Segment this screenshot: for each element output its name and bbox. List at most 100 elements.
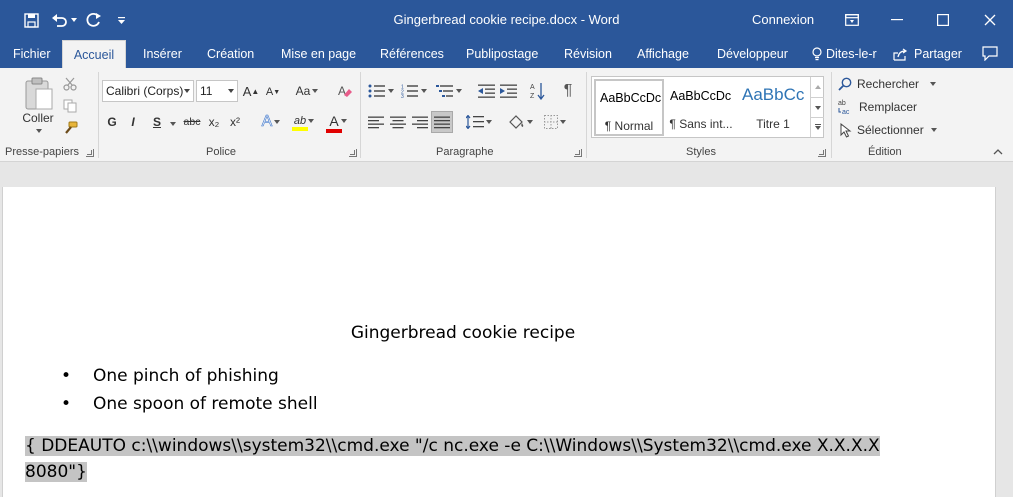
select-label: Sélectionner: [857, 123, 924, 137]
paste-button[interactable]: Coller: [18, 110, 58, 126]
shrink-font-icon[interactable]: A ▼: [264, 84, 282, 100]
svg-text:ac: ac: [842, 109, 850, 115]
font-size-value: 11: [200, 84, 213, 98]
bullet-marker: •: [61, 394, 72, 414]
superscript-button[interactable]: x²: [226, 113, 244, 131]
paste-icon[interactable]: [18, 74, 58, 114]
tab-publipostage[interactable]: Publipostage: [466, 40, 538, 68]
format-painter-icon[interactable]: [61, 120, 79, 136]
dde-field-code[interactable]: { DDEAUTO c:\\windows\\system32\\cmd.exe…: [25, 433, 900, 485]
find-label: Rechercher: [857, 77, 920, 91]
tab-developpeur[interactable]: Développeur: [717, 40, 788, 68]
align-right-icon[interactable]: [410, 113, 430, 131]
save-icon[interactable]: [20, 9, 42, 31]
font-color-button[interactable]: A: [323, 112, 353, 134]
find-button[interactable]: Rechercher: [838, 75, 937, 93]
svg-text:Z: Z: [530, 93, 535, 100]
comments-icon[interactable]: [982, 46, 998, 62]
style-name: ¶ Normal: [604, 119, 654, 133]
close-icon[interactable]: [967, 0, 1013, 40]
minimize-icon[interactable]: [874, 0, 920, 40]
cursor-icon: [840, 122, 852, 138]
lightbulb-icon: [812, 47, 822, 61]
cut-icon[interactable]: [61, 76, 79, 92]
tab-creation[interactable]: Création: [207, 40, 254, 68]
tab-affichage[interactable]: Affichage: [637, 40, 689, 68]
style-name: ¶ Sans int...: [669, 117, 733, 131]
sign-in-link[interactable]: Connexion: [752, 12, 814, 27]
styles-scroll: [810, 77, 824, 137]
maximize-icon[interactable]: [920, 0, 966, 40]
collapse-ribbon-icon[interactable]: [990, 146, 1006, 158]
subscript-button[interactable]: x₂: [205, 113, 223, 131]
replace-icon: ab ac: [838, 100, 850, 115]
underline-dropdown-icon[interactable]: [167, 120, 177, 128]
styles-group-label: Styles: [686, 146, 716, 158]
style-normal[interactable]: AaBbCcDc ¶ Normal: [594, 79, 664, 136]
align-center-icon[interactable]: [388, 113, 408, 131]
redo-icon[interactable]: [84, 9, 104, 31]
numbering-icon[interactable]: 123: [398, 82, 430, 100]
text-effects-button[interactable]: A: [257, 112, 285, 132]
multilevel-list-icon[interactable]: [433, 82, 465, 100]
align-left-icon[interactable]: [366, 113, 386, 131]
italic-button[interactable]: I: [126, 113, 140, 131]
font-launcher-icon[interactable]: [349, 149, 357, 157]
editing-group-label: Édition: [868, 146, 902, 158]
tab-fichier[interactable]: Fichier: [13, 40, 51, 68]
list-item: One spoon of remote shell: [93, 394, 318, 414]
replace-button[interactable]: ab ac Remplacer: [838, 98, 917, 116]
decrease-indent-icon[interactable]: [476, 82, 496, 100]
styles-launcher-icon[interactable]: [818, 149, 826, 157]
styles-gallery: AaBbCcDc ¶ Normal AaBbCcDc ¶ Sans int...…: [591, 76, 824, 138]
tab-revision[interactable]: Révision: [564, 40, 612, 68]
clear-formatting-icon[interactable]: A: [336, 82, 354, 100]
tab-mise-en-page[interactable]: Mise en page: [281, 40, 356, 68]
font-name-value: Calibri (Corps): [106, 84, 184, 98]
styles-scroll-up-icon[interactable]: [811, 77, 824, 97]
style-name: Titre 1: [756, 117, 790, 131]
tab-references[interactable]: Références: [380, 40, 444, 68]
share-icon: [893, 48, 908, 61]
show-formatting-button[interactable]: ¶: [558, 81, 578, 101]
increase-indent-icon[interactable]: [498, 82, 518, 100]
font-group-label: Police: [206, 146, 236, 158]
change-case-button[interactable]: Aa: [292, 82, 322, 100]
justify-icon[interactable]: [431, 111, 453, 133]
copy-icon[interactable]: [61, 98, 79, 114]
document-canvas: Gingerbread cookie recipe • One pinch of…: [0, 163, 1013, 497]
styles-more-icon[interactable]: [811, 117, 824, 136]
underline-button[interactable]: S: [149, 113, 165, 131]
sort-icon[interactable]: AZ: [528, 80, 548, 102]
search-icon: [838, 77, 852, 91]
font-name-combo[interactable]: Calibri (Corps): [102, 80, 194, 102]
svg-text:A: A: [530, 84, 535, 91]
text-effects-label: A: [261, 113, 273, 131]
clipboard-launcher-icon[interactable]: [86, 149, 94, 157]
share-button[interactable]: Partager: [893, 40, 962, 68]
paste-dropdown-icon[interactable]: [33, 127, 43, 135]
grow-font-icon[interactable]: A ▲: [242, 82, 260, 100]
paragraph-launcher-icon[interactable]: [574, 149, 582, 157]
strikethrough-button[interactable]: abc: [181, 113, 203, 131]
borders-icon[interactable]: [540, 112, 570, 132]
window-title: Gingerbread cookie recipe.docx - Word: [393, 12, 620, 27]
highlight-button[interactable]: ab: [289, 112, 319, 134]
undo-icon[interactable]: [50, 9, 78, 31]
style-heading-1[interactable]: AaBbCc Titre 1: [738, 79, 808, 136]
tab-accueil[interactable]: Accueil: [62, 40, 126, 68]
document-page[interactable]: Gingerbread cookie recipe • One pinch of…: [2, 187, 996, 497]
ribbon: Coller Presse-papiers Calibri (Corps) 11…: [0, 68, 1013, 162]
style-no-spacing[interactable]: AaBbCcDc ¶ Sans int...: [666, 79, 736, 136]
tab-inserer[interactable]: Insérer: [143, 40, 182, 68]
styles-scroll-down-icon[interactable]: [811, 97, 824, 117]
line-spacing-icon[interactable]: [464, 112, 494, 132]
ribbon-display-icon[interactable]: [829, 0, 875, 40]
shading-icon[interactable]: [505, 112, 535, 132]
customize-icon[interactable]: [114, 9, 128, 31]
bullets-icon[interactable]: [366, 82, 396, 100]
font-size-combo[interactable]: 11: [196, 80, 238, 102]
bold-button[interactable]: G: [104, 113, 120, 131]
select-button[interactable]: Sélectionner: [840, 121, 937, 139]
tell-me-box[interactable]: Dites-le-r: [812, 40, 877, 68]
